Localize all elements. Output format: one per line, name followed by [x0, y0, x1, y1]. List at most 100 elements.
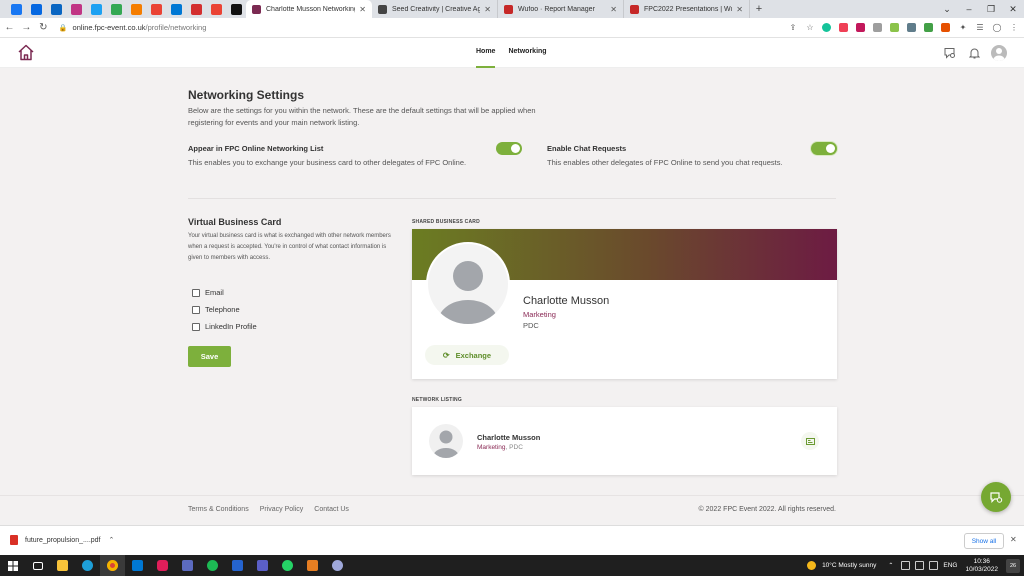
instagram-tab-icon[interactable]	[66, 0, 86, 18]
browser-tab[interactable]: Wufoo · Report Manager ✕	[498, 0, 624, 18]
url-path: /profile/networking	[145, 23, 207, 32]
bell-icon[interactable]	[965, 44, 983, 62]
spotify-icon[interactable]	[200, 555, 225, 576]
eyedropper-icon[interactable]	[905, 21, 919, 35]
tab-close-icon[interactable]: ✕	[610, 5, 617, 14]
enable-chat-toggle[interactable]	[811, 142, 837, 155]
checkbox-box[interactable]	[192, 305, 200, 314]
sun-icon	[807, 561, 817, 570]
teams-icon[interactable]	[250, 555, 275, 576]
volume-icon[interactable]	[929, 561, 939, 570]
whatsapp-icon[interactable]	[275, 555, 300, 576]
weather-widget[interactable]: 10°C Mostly sunny	[807, 561, 876, 570]
tab-close-icon[interactable]: ✕	[736, 5, 743, 14]
tab-close-icon[interactable]: ✕	[484, 5, 491, 14]
twitter-tab-icon[interactable]	[86, 0, 106, 18]
menu-icon[interactable]: ⋮	[1007, 21, 1021, 35]
tray-icon[interactable]	[901, 561, 911, 570]
windows-start-icon[interactable]	[0, 555, 25, 576]
slack-icon[interactable]	[150, 555, 175, 576]
listing-name: Charlotte Musson	[477, 433, 541, 442]
exchange-button[interactable]: ⟳ Exchange	[425, 345, 509, 365]
extension-icon[interactable]	[888, 21, 902, 35]
save-button[interactable]: Save	[188, 346, 231, 367]
browser-tab[interactable]: FPC2022 Presentations | Wufoo ✕	[624, 0, 750, 18]
extension-tab-icon[interactable]	[146, 0, 166, 18]
setting-appear-in-list: Appear in FPC Online Networking List Thi…	[188, 144, 478, 169]
share-icon[interactable]: ⇪	[786, 21, 800, 35]
browser-tab[interactable]: Seed Creativity | Creative Agency ✕	[372, 0, 498, 18]
chevron-up-icon[interactable]: ⌃	[109, 536, 115, 544]
restore-button[interactable]: ❐	[980, 0, 1002, 18]
url-input[interactable]: 🔒 online.fpc-event.co.uk/profile/network…	[59, 21, 778, 35]
page-title: Networking Settings	[188, 88, 305, 102]
puzzle-icon[interactable]: ✦	[956, 21, 970, 35]
show-all-button[interactable]: Show all	[964, 533, 1004, 549]
task-view-icon[interactable]	[25, 555, 50, 576]
business-card-icon[interactable]	[801, 432, 819, 450]
blogger-tab-icon[interactable]	[126, 0, 146, 18]
tab-favicon	[630, 4, 639, 14]
clock[interactable]: 10:36 10/03/2022	[965, 558, 998, 574]
profile-icon[interactable]: ◯	[990, 21, 1004, 35]
settings-description: Below are the settings for you within th…	[188, 106, 536, 127]
user-avatar[interactable]	[990, 44, 1008, 62]
extension-icon[interactable]	[871, 21, 885, 35]
close-window-button[interactable]: ✕	[1002, 0, 1024, 18]
telephone-checkbox[interactable]: Telephone	[192, 305, 240, 314]
new-tab-button[interactable]: +	[750, 3, 768, 15]
back-icon[interactable]: ←	[2, 22, 17, 33]
network-icon[interactable]	[915, 561, 925, 570]
checkbox-box[interactable]	[192, 288, 200, 297]
outlook-icon[interactable]	[125, 555, 150, 576]
checkbox-box[interactable]	[192, 322, 200, 331]
gmail-tab-icon[interactable]	[206, 0, 226, 18]
news-icon	[190, 3, 202, 15]
appear-in-list-toggle[interactable]	[496, 142, 522, 155]
minimize-button[interactable]: –	[958, 0, 980, 18]
todo-icon[interactable]	[225, 555, 250, 576]
facebook-tab-icon[interactable]	[6, 0, 26, 18]
chat-fab-button[interactable]	[981, 482, 1011, 512]
sheets-tab-icon[interactable]	[106, 0, 126, 18]
tab-search-icon[interactable]: ⌄	[936, 0, 958, 18]
linkedin-tab-icon[interactable]	[46, 0, 66, 18]
tab-close-icon[interactable]: ✕	[359, 5, 366, 14]
download-item[interactable]: future_propulsion_....pdf ⌃	[10, 535, 114, 545]
sublime-icon[interactable]	[300, 555, 325, 576]
chat-settings-icon[interactable]	[940, 44, 958, 62]
browser-tab[interactable]: Charlotte Musson Networking Se✕	[246, 0, 372, 18]
edge-icon[interactable]	[75, 555, 100, 576]
nav-home[interactable]: Home	[476, 38, 496, 68]
forward-icon[interactable]: →	[19, 22, 34, 33]
linkedin-checkbox[interactable]: LinkedIn Profile	[192, 322, 257, 331]
nav-networking[interactable]: Networking	[508, 38, 546, 68]
calculator-icon[interactable]	[175, 555, 200, 576]
extension-icon[interactable]	[854, 21, 868, 35]
file-explorer-icon[interactable]	[50, 555, 75, 576]
extension-icon[interactable]	[922, 21, 936, 35]
tray-chevron-icon[interactable]: ⌃	[888, 562, 893, 569]
behance-tab-icon[interactable]	[226, 0, 246, 18]
chrome-icon[interactable]	[100, 555, 125, 576]
reload-icon[interactable]: ↻	[36, 22, 51, 33]
bookmark-star-icon[interactable]: ☆	[803, 21, 817, 35]
checkbox-label: Telephone	[205, 305, 240, 314]
extension-icon[interactable]	[939, 21, 953, 35]
email-checkbox[interactable]: Email	[192, 288, 224, 297]
home-icon[interactable]	[17, 44, 35, 66]
pocket-icon[interactable]	[837, 21, 851, 35]
meta-tab-icon[interactable]	[26, 0, 46, 18]
footer-link[interactable]: Contact Us	[314, 506, 349, 513]
footer-link[interactable]: Terms & Conditions	[188, 506, 249, 513]
footer-link[interactable]: Privacy Policy	[260, 506, 304, 513]
grammarly-icon[interactable]	[820, 21, 834, 35]
outlook-tab-icon[interactable]	[166, 0, 186, 18]
close-icon[interactable]: ✕	[1010, 535, 1017, 544]
app-icon[interactable]	[325, 555, 350, 576]
language-indicator[interactable]: ENG	[943, 562, 957, 569]
reading-list-icon[interactable]: ☰	[973, 21, 987, 35]
notification-center-icon[interactable]: 26	[1006, 558, 1020, 573]
weather-text: 10°C Mostly sunny	[822, 562, 877, 569]
news-tab-icon[interactable]	[186, 0, 206, 18]
